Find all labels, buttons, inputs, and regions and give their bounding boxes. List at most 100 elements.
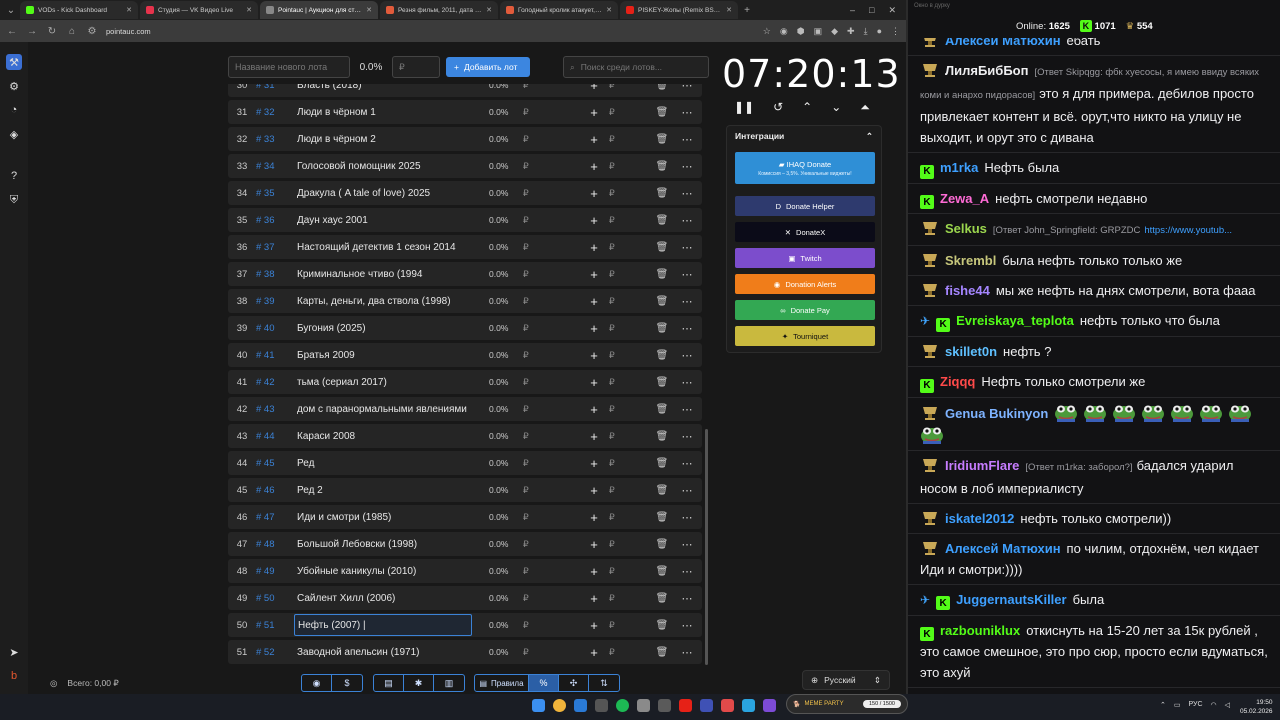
- chat-username[interactable]: m1rka: [940, 160, 978, 175]
- hide-eye-icon[interactable]: ◎: [50, 678, 57, 689]
- more-options-icon[interactable]: ⋯: [673, 592, 701, 605]
- chat-username[interactable]: Evreiskaya_teplota: [956, 313, 1074, 328]
- integration-button[interactable]: ∞ Donate Pay: [735, 300, 875, 320]
- lot-id[interactable]: # 40: [256, 323, 294, 334]
- chat-username[interactable]: Skrembl: [945, 253, 996, 268]
- trash-list-icon[interactable]: ▥: [434, 675, 464, 691]
- more-options-icon[interactable]: ⋯: [673, 376, 701, 389]
- lot-id[interactable]: # 47: [256, 512, 294, 523]
- add-amount-icon[interactable]: +: [583, 84, 605, 93]
- add-amount-icon[interactable]: +: [583, 510, 605, 525]
- integration-button[interactable]: ✦ Tourniquet: [735, 326, 875, 346]
- more-options-icon[interactable]: ⋯: [673, 349, 701, 362]
- chat-username[interactable]: Genua Bukinyon: [945, 406, 1048, 421]
- lot-add-amount-input[interactable]: ₽: [605, 539, 651, 550]
- lot-add-amount-input[interactable]: ₽: [605, 593, 651, 604]
- lot-name[interactable]: Братья 2009: [294, 344, 472, 366]
- obs-icon[interactable]: [658, 699, 671, 712]
- lot-add-amount-input[interactable]: ₽: [605, 323, 651, 334]
- add-amount-icon[interactable]: +: [583, 429, 605, 444]
- trash-icon[interactable]: 🗑: [651, 242, 673, 253]
- language-select[interactable]: ⊕ Русский ⇕: [802, 670, 890, 690]
- add-amount-icon[interactable]: +: [583, 645, 605, 660]
- trash-icon[interactable]: 🗑: [651, 161, 673, 172]
- layers-icon[interactable]: ◈: [6, 126, 22, 142]
- profile-icon[interactable]: ●: [877, 26, 882, 37]
- tab-close-icon[interactable]: ✕: [246, 6, 252, 14]
- maximize-icon[interactable]: □: [869, 5, 874, 16]
- add-amount-icon[interactable]: +: [583, 456, 605, 471]
- lot-id[interactable]: # 31: [256, 84, 294, 91]
- wifi-icon[interactable]: ◠: [1211, 701, 1217, 709]
- rules-button[interactable]: ▤ Правила: [475, 675, 529, 691]
- integration-button[interactable]: ▣ Twitch: [735, 248, 875, 268]
- trash-icon[interactable]: 🗑: [651, 323, 673, 334]
- add-amount-icon[interactable]: +: [583, 267, 605, 282]
- extension-icon[interactable]: ⬢: [797, 26, 805, 37]
- lot-search-input[interactable]: ⌕ Поиск среди лотов...: [563, 56, 709, 78]
- bookmark-star-icon[interactable]: ☆: [763, 26, 771, 37]
- more-options-icon[interactable]: ⋯: [673, 565, 701, 578]
- add-amount-icon[interactable]: +: [583, 618, 605, 633]
- lot-add-amount-input[interactable]: ₽: [605, 431, 651, 442]
- lot-name[interactable]: Убойные каникулы (2010): [294, 560, 472, 582]
- close-window-icon[interactable]: ✕: [888, 5, 896, 16]
- collapse-chevron-icon[interactable]: ⌃: [866, 131, 873, 142]
- lot-add-amount-input[interactable]: ₽: [605, 350, 651, 361]
- lot-name[interactable]: Криминальное чтиво (1994: [294, 263, 472, 285]
- tab-close-icon[interactable]: ✕: [726, 6, 732, 14]
- lot-id[interactable]: # 36: [256, 215, 294, 226]
- new-lot-amount-input[interactable]: ₽: [392, 56, 440, 78]
- lot-name[interactable]: Настоящий детектив 1 сезон 2014: [294, 236, 472, 258]
- chat-username[interactable]: skillet0n: [945, 344, 997, 359]
- trash-icon[interactable]: 🗑: [651, 134, 673, 145]
- lot-id[interactable]: # 42: [256, 377, 294, 388]
- integration-button[interactable]: ◉ Donation Alerts: [735, 274, 875, 294]
- trash-icon[interactable]: 🗑: [651, 296, 673, 307]
- trash-icon[interactable]: 🗑: [651, 377, 673, 388]
- trash-icon[interactable]: 🗑: [651, 188, 673, 199]
- more-options-icon[interactable]: ⋯: [673, 403, 701, 416]
- app-icon[interactable]: [763, 699, 776, 712]
- lot-name[interactable]: Караси 2008: [294, 425, 472, 447]
- integrations-header[interactable]: Интеграции ⌃: [727, 126, 881, 146]
- tab-list-icon[interactable]: ⌄: [4, 3, 18, 17]
- lot-id[interactable]: # 41: [256, 350, 294, 361]
- new-tab-icon[interactable]: +: [740, 3, 754, 17]
- more-options-icon[interactable]: ⋯: [673, 511, 701, 524]
- volume-icon[interactable]: ◁: [1225, 701, 1230, 709]
- pause-icon[interactable]: ❚❚: [734, 100, 754, 115]
- help-icon[interactable]: ?: [6, 168, 22, 184]
- tab-close-icon[interactable]: ✕: [126, 6, 132, 14]
- more-options-icon[interactable]: ⋯: [673, 187, 701, 200]
- more-options-icon[interactable]: ⋯: [673, 133, 701, 146]
- more-options-icon[interactable]: ⋯: [673, 295, 701, 308]
- browser-tab[interactable]: VODs - Kick Dashboard ✕: [20, 1, 138, 19]
- sort-icon[interactable]: ⇅: [589, 675, 619, 691]
- integration-button[interactable]: D Donate Helper: [735, 196, 875, 216]
- trash-icon[interactable]: 🗑: [651, 485, 673, 496]
- more-options-icon[interactable]: ⋯: [673, 538, 701, 551]
- extensions-puzzle-icon[interactable]: ✚: [847, 26, 855, 37]
- tab-close-icon[interactable]: ✕: [366, 6, 372, 14]
- more-options-icon[interactable]: ⋯: [673, 646, 701, 659]
- chat-username[interactable]: Алексей Матюхин: [945, 541, 1061, 556]
- tray-arrow-icon[interactable]: ⌃: [1160, 701, 1166, 709]
- back-icon[interactable]: ←: [6, 26, 18, 37]
- lot-name[interactable]: Бугония (2025): [294, 317, 472, 339]
- extension-icon[interactable]: ◆: [831, 26, 838, 37]
- lot-name[interactable]: дом с паранормальными явлениями: [294, 398, 472, 420]
- lot-add-amount-input[interactable]: ₽: [605, 215, 651, 226]
- chat-username[interactable]: IridiumFlare: [945, 458, 1019, 473]
- trash-icon[interactable]: 🗑: [651, 566, 673, 577]
- trash-icon[interactable]: 🗑: [651, 539, 673, 550]
- add-amount-icon[interactable]: +: [583, 186, 605, 201]
- lot-name[interactable]: Власть (2018): [294, 84, 472, 96]
- trash-icon[interactable]: 🗑: [651, 647, 673, 658]
- add-amount-icon[interactable]: +: [583, 213, 605, 228]
- more-options-icon[interactable]: ⋯: [673, 322, 701, 335]
- trash-icon[interactable]: 🗑: [651, 620, 673, 631]
- wheel-icon[interactable]: ◔: [6, 102, 22, 118]
- chat-username[interactable]: Selkus: [945, 221, 987, 236]
- more-options-icon[interactable]: ⋯: [673, 430, 701, 443]
